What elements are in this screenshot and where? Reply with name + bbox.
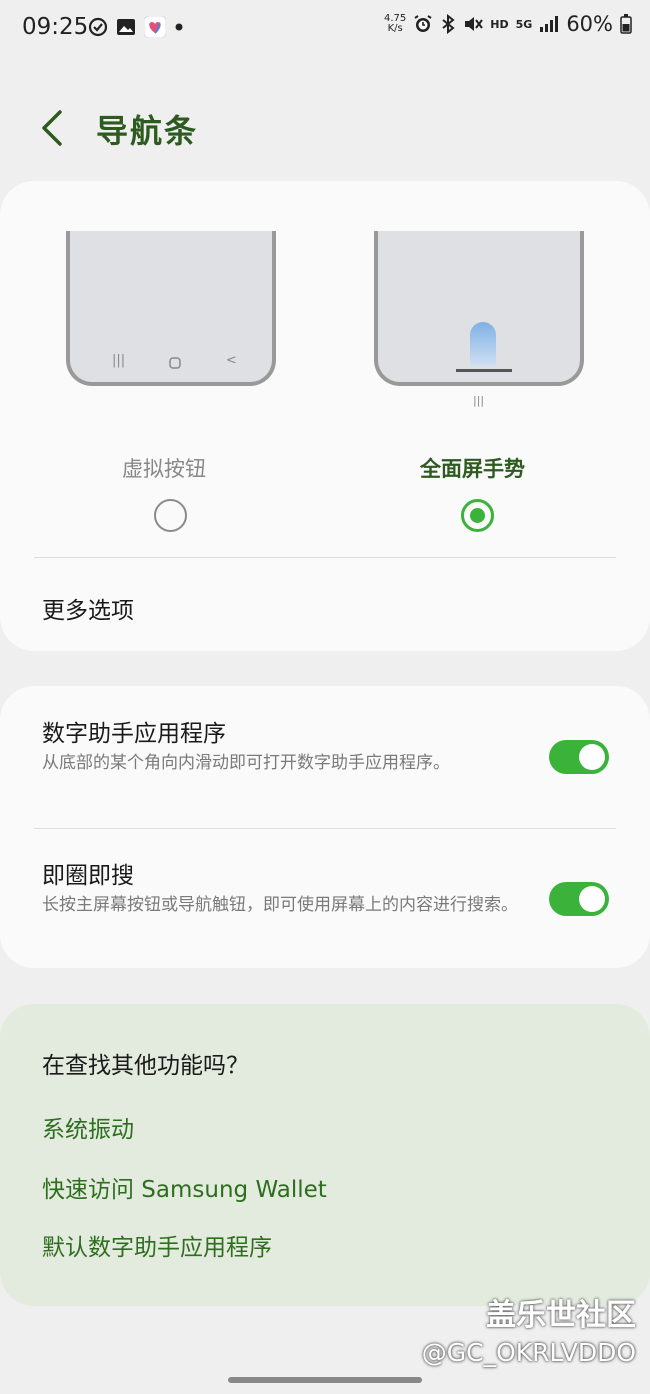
assistant-settings-card: 数字助手应用程序 从底部的某个角向内滑动即可打开数字助手应用程序。 即圈即搜 长… (0, 686, 650, 968)
virtual-buttons-preview[interactable]: ||| < (66, 231, 276, 386)
option-virtual-buttons-label[interactable]: 虚拟按钮 (122, 453, 206, 483)
digital-assistant-desc: 从底部的某个角向内滑动即可打开数字助手应用程序。 (42, 753, 450, 773)
back-button[interactable] (32, 106, 72, 150)
status-time: 09:25 (22, 14, 89, 40)
notification-dot-icon (175, 23, 183, 31)
check-circle-icon (88, 17, 108, 37)
toggle-knob (579, 744, 605, 770)
related-features-card: 在查找其他功能吗？ 系统振动 快速访问 Samsung Wallet 默认数字助… (0, 1004, 650, 1306)
network-speed-unit: K/s (387, 23, 403, 34)
handle-icon: ||| (473, 394, 485, 407)
health-heart-icon (144, 16, 166, 38)
status-bar: 09:25 4.75 K/s HD 5G 60% (0, 0, 650, 58)
status-left-icons (88, 16, 184, 38)
divider (34, 828, 616, 829)
mute-icon (465, 17, 484, 31)
back-nav-icon: < (226, 353, 237, 368)
gestures-preview[interactable] (374, 231, 584, 386)
page-title: 导航条 (96, 112, 199, 150)
signal-icon (540, 16, 559, 32)
status-right-icons: 4.75 K/s HD 5G 60% (384, 12, 632, 36)
network-speed: 4.75 K/s (384, 14, 406, 34)
related-features-title: 在查找其他功能吗？ (42, 1053, 249, 1079)
gestures-radio[interactable] (461, 499, 494, 532)
radio-selected-dot (470, 508, 485, 523)
home-icon (169, 357, 181, 369)
battery-icon (620, 14, 632, 34)
hd-label: HD (490, 17, 509, 31)
recents-icon: ||| (112, 353, 126, 368)
battery-percent: 60% (566, 12, 613, 36)
watermark-user: @GC_OKRLVDDO (421, 1338, 636, 1367)
network-type-label: 5G (515, 17, 533, 31)
link-samsung-wallet[interactable]: 快速访问 Samsung Wallet (42, 1170, 327, 1204)
gesture-bar (456, 369, 512, 372)
bluetooth-icon (442, 14, 455, 34)
link-system-vibration[interactable]: 系统振动 (42, 1110, 134, 1144)
link-default-assistant[interactable]: 默认数字助手应用程序 (42, 1228, 272, 1262)
more-options-item[interactable]: 更多选项 (42, 591, 134, 625)
circle-to-search-toggle[interactable] (549, 882, 609, 916)
chevron-left-icon (42, 110, 62, 146)
digital-assistant-title: 数字助手应用程序 (42, 721, 226, 747)
digital-assistant-toggle[interactable] (549, 740, 609, 774)
navigation-type-card: ||| < ||| 虚拟按钮 全面屏手势 更多选项 (0, 181, 650, 651)
divider (34, 557, 616, 558)
circle-to-search-title: 即圈即搜 (42, 863, 134, 889)
swipe-glow-icon (470, 322, 496, 366)
gallery-icon (117, 19, 135, 35)
home-indicator[interactable] (228, 1377, 422, 1383)
option-gestures-label[interactable]: 全面屏手势 (420, 453, 525, 483)
circle-to-search-desc: 长按主屏幕按钮或导航触钮，即可使用屏幕上的内容进行搜索。 (42, 895, 518, 915)
virtual-buttons-radio[interactable] (154, 499, 187, 532)
toggle-knob (579, 886, 605, 912)
watermark-community: 盖乐世社区 (486, 1298, 636, 1333)
alarm-icon (414, 15, 432, 32)
